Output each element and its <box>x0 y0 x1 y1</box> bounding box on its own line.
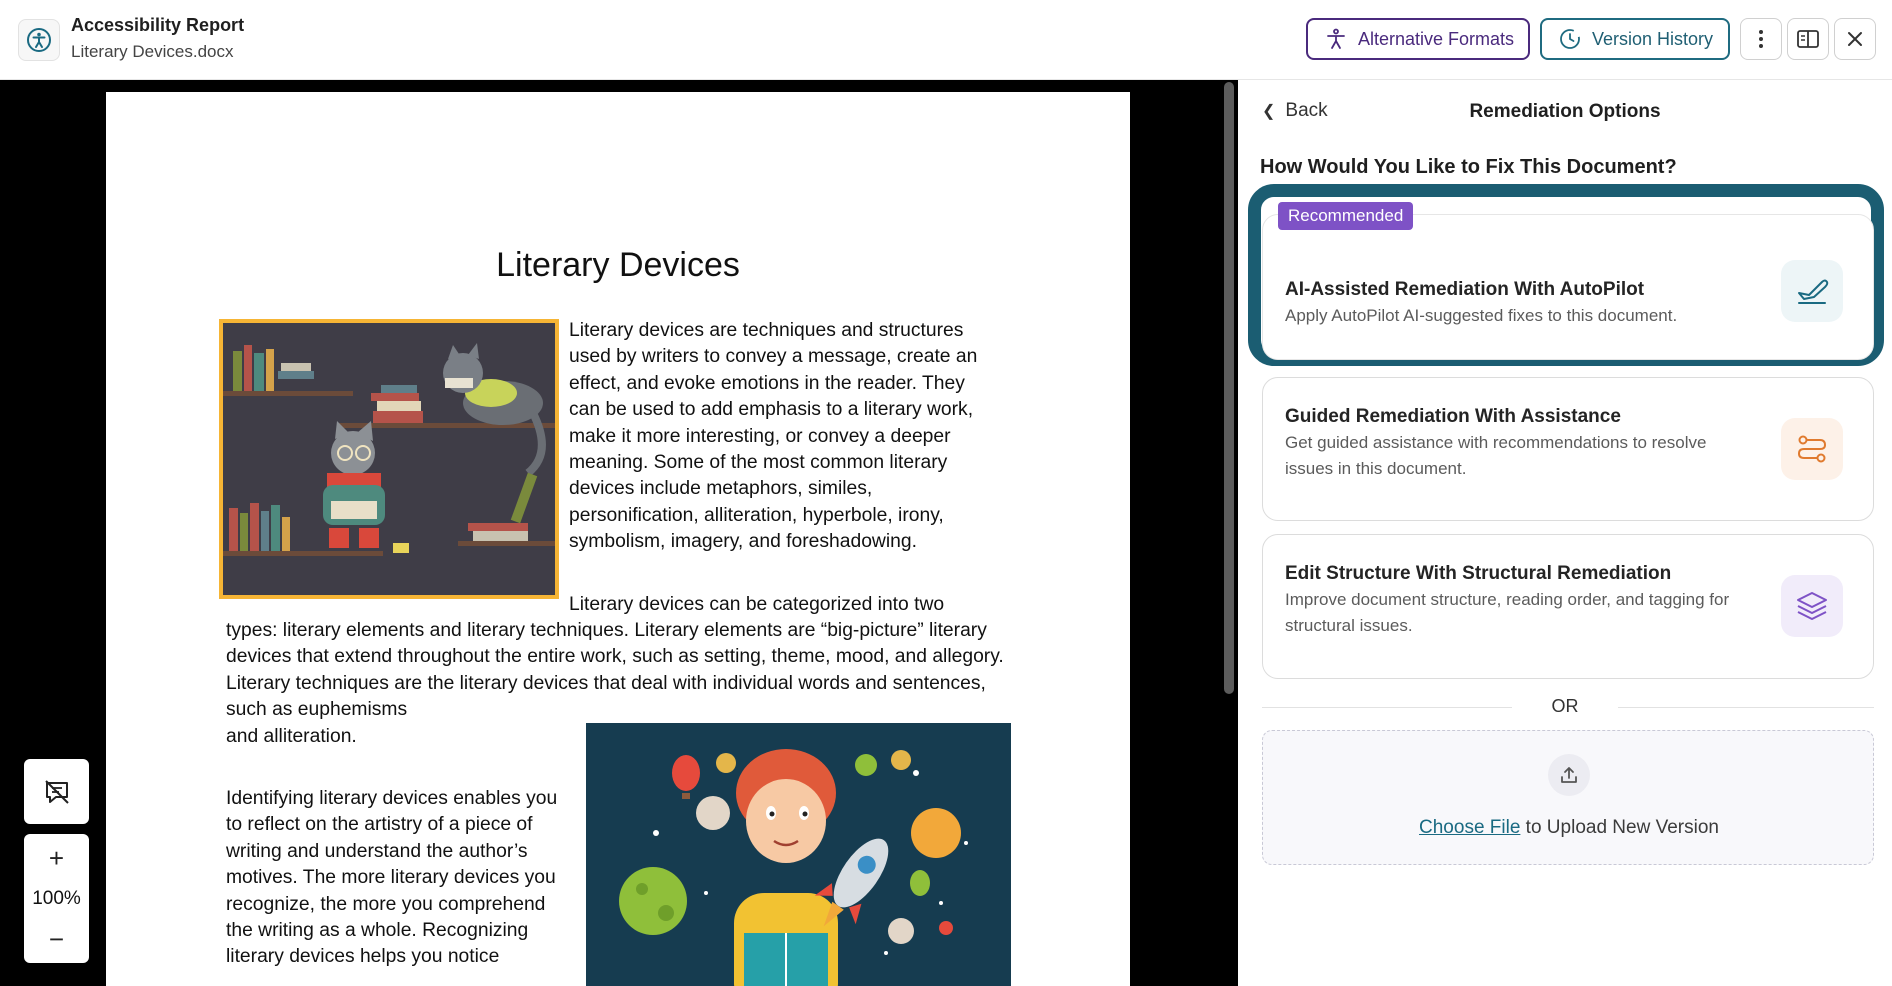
alternative-formats-button[interactable]: Alternative Formats <box>1306 18 1530 60</box>
option-description: Get guided assistance with recommendatio… <box>1285 433 1707 478</box>
document-viewer[interactable]: Literary Devices Literary devices are te… <box>0 80 1238 986</box>
upload-text: Choose File to Upload New Version <box>1263 817 1875 839</box>
version-history-label: Version History <box>1592 28 1714 49</box>
panel-title: Remediation Options <box>1469 101 1661 122</box>
document-title: Literary Devices <box>496 246 740 284</box>
zoom-out-button[interactable]: − <box>42 924 72 954</box>
divider-right <box>1618 707 1874 708</box>
version-history-button[interactable]: Version History <box>1540 18 1730 60</box>
option-title: Guided Remediation With Assistance <box>1285 406 1621 427</box>
route-icon <box>1781 418 1843 480</box>
accessibility-person-icon <box>1327 28 1345 49</box>
clock-history-icon <box>1560 29 1580 49</box>
kebab-menu-icon <box>1759 30 1763 48</box>
paragraph-2: types: literary elements and literary te… <box>226 620 1004 721</box>
close-icon <box>1848 32 1862 46</box>
upload-dropzone[interactable]: Choose File to Upload New Version <box>1262 730 1874 865</box>
paragraph-3: Identifying literary devices enables you… <box>226 788 558 968</box>
comment-off-icon <box>44 779 69 804</box>
option-title: AI-Assisted Remediation With AutoPilot <box>1285 279 1645 300</box>
structural-remediation-option[interactable]: Edit Structure With Structural Remediati… <box>1262 534 1874 679</box>
guided-remediation-option[interactable]: Guided Remediation With Assistance Get g… <box>1262 377 1874 521</box>
remediation-question: How Would You Like to Fix This Document? <box>1260 156 1677 178</box>
upload-label: to Upload New Version <box>1520 817 1719 838</box>
document-scrollbar[interactable] <box>1224 82 1234 694</box>
zoom-level: 100% <box>32 887 81 909</box>
app-header: Accessibility Report Literary Devices.do… <box>0 0 1892 80</box>
boy-reading-space-image[interactable] <box>586 723 1011 986</box>
upload-icon <box>1548 754 1590 796</box>
layers-icon <box>1781 575 1843 637</box>
report-title: Accessibility Report <box>71 15 245 35</box>
document-filename: Literary Devices.docx <box>71 42 234 61</box>
toggle-panel-button[interactable] <box>1787 18 1829 60</box>
comments-toggle-button[interactable] <box>24 759 89 824</box>
paragraph-2-first-line: Literary devices can be categorized into… <box>569 594 945 615</box>
more-options-button[interactable] <box>1740 18 1782 60</box>
option-description: Improve document structure, reading orde… <box>1285 590 1730 635</box>
zoom-controls: + 100% − <box>24 834 89 963</box>
autopilot-option[interactable]: AI-Assisted Remediation With AutoPilot A… <box>1262 214 1874 360</box>
close-button[interactable] <box>1834 18 1876 60</box>
document-page: Literary Devices Literary devices are te… <box>106 92 1130 986</box>
accessibility-icon <box>18 19 60 61</box>
option-description: Apply AutoPilot AI-suggested fixes to th… <box>1285 306 1678 325</box>
autopilot-plane-icon <box>1781 260 1843 322</box>
recommended-badge: Recommended <box>1278 202 1414 230</box>
zoom-in-button[interactable]: + <box>42 843 72 873</box>
split-panel-icon <box>1797 30 1819 48</box>
cats-bookshelf-image[interactable] <box>219 319 559 599</box>
alternative-formats-label: Alternative Formats <box>1358 28 1515 49</box>
remediation-panel: ❮ Back Remediation Options How Would You… <box>1238 80 1892 986</box>
paragraph-2-end: and alliteration. <box>226 726 357 747</box>
choose-file-link[interactable]: Choose File <box>1419 817 1520 838</box>
paragraph-1: Literary devices are techniques and stru… <box>569 320 978 553</box>
option-title: Edit Structure With Structural Remediati… <box>1285 563 1672 584</box>
